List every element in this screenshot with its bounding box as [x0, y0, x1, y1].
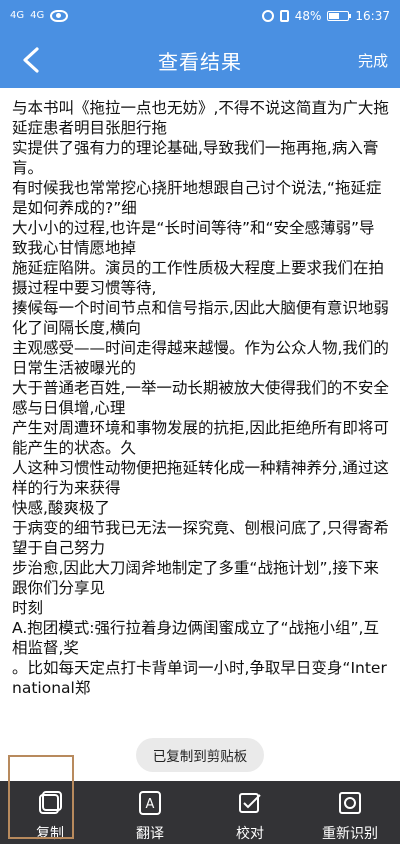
text-line: 步治愈,因此大刀阔斧地制定了多重“战拖计划”,接下来跟你们分享见: [12, 559, 379, 597]
signal-2-icon: 4G: [30, 10, 45, 21]
status-right: 48% 16:37: [261, 9, 390, 23]
proofread-button[interactable]: 校对: [210, 781, 290, 844]
page-title: 查看结果: [158, 49, 242, 74]
battery-icon: [327, 11, 352, 21]
chevron-left-icon: [23, 47, 39, 73]
text-line: 与本书叫《拖拉一点也无妨》,不得不说这简直为广大拖延症患者明目张胆行拖: [12, 99, 389, 137]
app-bar: 查看结果 完成: [0, 32, 400, 88]
clock: 16:37: [355, 9, 390, 23]
translate-label: 翻译: [136, 826, 164, 842]
recognized-text[interactable]: 与本书叫《拖拉一点也无妨》,不得不说这简直为广大拖延症患者明目张胆行拖 实提供了…: [12, 98, 390, 698]
text-line: 主观感受——时间走得越来越慢。作为公众人物,我们的日常生活被曝光的: [12, 339, 389, 377]
battery-percent: 48%: [294, 9, 322, 23]
rerecognize-button[interactable]: 重新识别: [310, 781, 390, 844]
signal-1-icon: 4G: [10, 10, 25, 21]
status-bar: 4G 4G 48% 16:37: [0, 0, 400, 32]
text-line: 实提供了强有力的理论基础,导致我们一拖再拖,病入膏肓。: [12, 139, 379, 177]
text-line: 。比如每天定点打卡背单词一小时,争取早日变身“International郑: [12, 659, 387, 697]
back-button[interactable]: [14, 42, 48, 78]
text-line: 于病变的细节我已无法一探究竟、刨根问底了,只得寄希望于自己努力: [12, 519, 389, 557]
proofread-label: 校对: [236, 826, 264, 842]
highlight-box: [8, 755, 74, 839]
alarm-icon: [261, 10, 274, 22]
text-line: A.抱团模式:强行拉着身边俩闺蜜成立了“战拖小组”,互相监督,奖: [12, 619, 379, 657]
rescan-icon: [336, 789, 364, 817]
text-line: 人这种习惯性动物便把拖延转化成一种精神养分,通过这样的行为来获得: [12, 459, 389, 497]
svg-text:A: A: [146, 797, 155, 812]
rerecognize-label: 重新识别: [322, 826, 378, 842]
text-line: 大于普通老百姓,一举一动长期被放大使得我们的不安全感与日俱增,心理: [12, 379, 389, 417]
vibrate-icon: [279, 10, 289, 22]
copied-toast: 已复制到剪贴板: [136, 738, 264, 772]
text-line: 有时候我也常常挖心挠肝地想跟自己讨个说法,“拖延症是如何养成的?”细: [12, 179, 382, 217]
translate-button[interactable]: A 翻译: [110, 781, 190, 844]
status-left: 4G 4G: [10, 10, 69, 22]
text-line: 大小小的过程,也许是“长时间等待”和“安全感薄弱”导致我心甘情愿地掉: [12, 219, 375, 257]
text-line: 时刻: [12, 599, 44, 617]
text-line: 施延症陷阱。演员的工作性质极大程度上要求我们在拍摄过程中要习惯等待,: [12, 259, 385, 297]
text-line: 揍候每一个时间节点和信号指示,因此大脑便有意识地弱化了间隔长度,横向: [12, 299, 389, 337]
eye-icon: [50, 10, 69, 22]
checkbox-icon: [236, 789, 264, 817]
translate-icon: A: [136, 789, 164, 817]
done-button[interactable]: 完成: [358, 50, 388, 71]
text-line: 快感,酸爽极了: [12, 499, 110, 517]
text-line: 产生对周遭环境和事物发展的抗拒,因此拒绝所有即将可能产生的状态。久: [12, 419, 389, 457]
